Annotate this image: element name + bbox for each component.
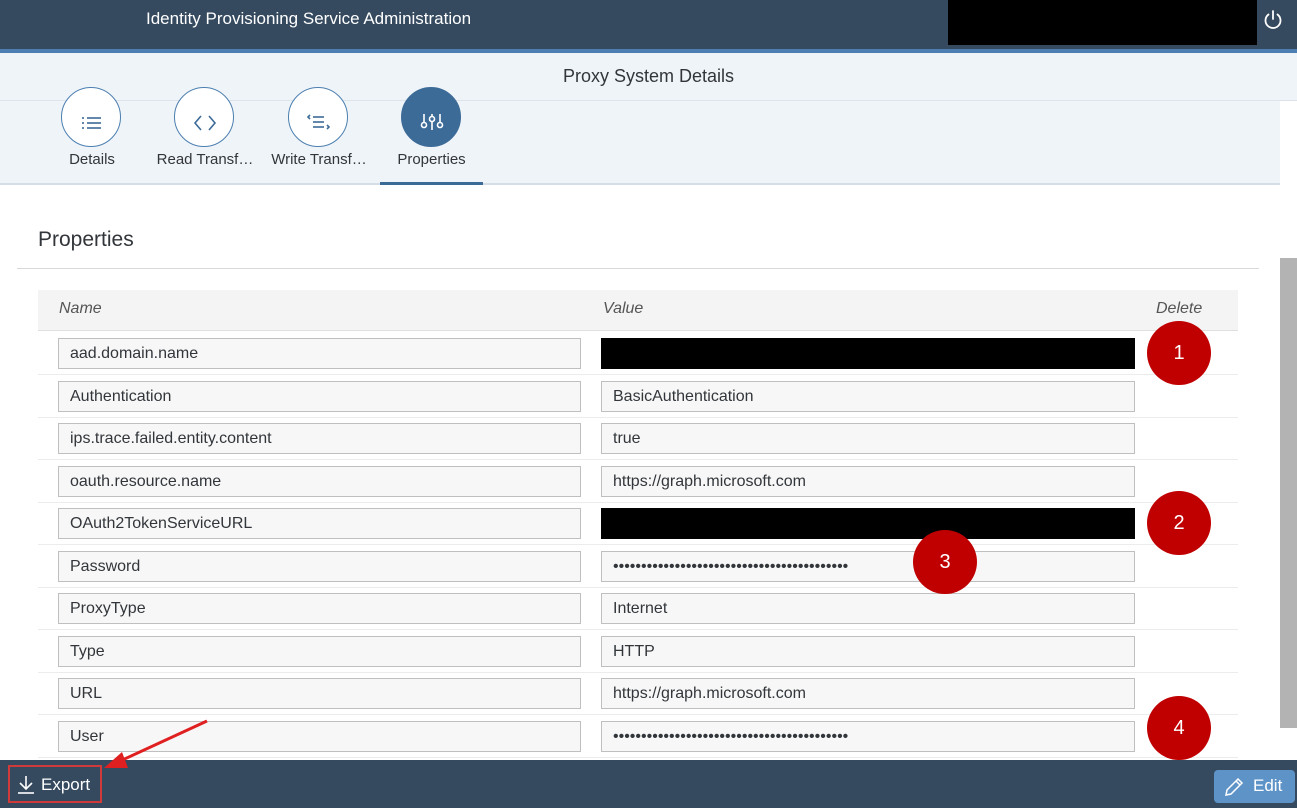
table-header: Name Value Delete: [38, 290, 1238, 331]
table-row: oauth.resource.name https://graph.micros…: [38, 460, 1238, 503]
tab-label: Read Transf…: [156, 151, 254, 168]
property-value-field[interactable]: https://graph.microsoft.com: [601, 466, 1135, 497]
active-tab-indicator: [380, 182, 483, 185]
tab-write-transformations[interactable]: Write Transf…: [264, 87, 374, 183]
pencil-icon: [1225, 777, 1244, 796]
export-label: Export: [41, 775, 91, 794]
footer-toolbar: Export Edit: [0, 760, 1297, 808]
shell-header: Identity Provisioning Service Administra…: [0, 0, 1297, 49]
property-value-field[interactable]: true: [601, 423, 1135, 454]
column-header-value: Value: [603, 300, 644, 317]
tab-label: Details: [69, 151, 115, 168]
password-value-field[interactable]: ••••••••••••••••••••••••••••••••••••••••…: [601, 551, 1135, 582]
property-name-field[interactable]: aad.domain.name: [58, 338, 581, 369]
vertical-scrollbar[interactable]: [1280, 258, 1297, 728]
table-row: User •••••••••••••••••••••••••••••••••••…: [38, 715, 1238, 758]
code-icon: [174, 87, 234, 147]
table-row: OAuth2TokenServiceURL: [38, 502, 1238, 545]
download-icon: [18, 776, 34, 794]
annotation-badge-1: 1: [1147, 321, 1211, 385]
edit-button[interactable]: Edit: [1214, 770, 1295, 803]
property-name-field[interactable]: ips.trace.failed.entity.content: [58, 423, 581, 454]
page-title: Proxy System Details: [562, 66, 735, 86]
column-header-delete: Delete: [1156, 300, 1203, 317]
table-row: aad.domain.name: [38, 332, 1238, 375]
property-value-field-redacted[interactable]: [601, 338, 1135, 369]
section-title: Properties: [38, 228, 134, 251]
write-transform-icon: [288, 87, 348, 147]
table-row: Type HTTP: [38, 630, 1238, 673]
redacted-user-area: [948, 0, 1257, 45]
tab-label: Properties: [397, 151, 466, 168]
table-row: Password •••••••••••••••••••••••••••••••…: [38, 545, 1238, 588]
property-name-field[interactable]: Type: [58, 636, 581, 667]
tab-properties[interactable]: Properties: [380, 87, 483, 185]
power-icon[interactable]: [1261, 8, 1285, 32]
table-row: ProxyType Internet: [38, 587, 1238, 630]
property-name-field[interactable]: User: [58, 721, 581, 752]
sliders-icon: [400, 87, 461, 147]
property-value-field[interactable]: https://graph.microsoft.com: [601, 678, 1135, 709]
property-value-field[interactable]: Internet: [601, 593, 1135, 624]
column-header-name: Name: [59, 300, 102, 317]
annotation-badge-3: 3: [913, 530, 977, 594]
property-name-field[interactable]: Password: [58, 551, 581, 582]
icon-tab-bar: Details Read Transf… Write Transf… Prope…: [0, 87, 1280, 185]
property-name-field[interactable]: OAuth2TokenServiceURL: [58, 508, 581, 539]
export-button[interactable]: Export: [8, 765, 102, 803]
section-divider: [17, 268, 1259, 269]
annotation-badge-2: 2: [1147, 491, 1211, 555]
property-value-field[interactable]: BasicAuthentication: [601, 381, 1135, 412]
property-value-field-redacted[interactable]: [601, 508, 1135, 539]
table-row: ips.trace.failed.entity.content true: [38, 417, 1238, 460]
property-name-field[interactable]: URL: [58, 678, 581, 709]
property-name-field[interactable]: oauth.resource.name: [58, 466, 581, 497]
tab-details[interactable]: Details: [42, 87, 142, 183]
list-icon: [61, 87, 121, 147]
tab-label: Write Transf…: [271, 151, 367, 168]
tab-read-transformations[interactable]: Read Transf…: [150, 87, 260, 183]
app-title: Identity Provisioning Service Administra…: [146, 9, 472, 28]
table-row: URL https://graph.microsoft.com: [38, 672, 1238, 715]
table-row: Authentication BasicAuthentication: [38, 375, 1238, 418]
property-value-field[interactable]: HTTP: [601, 636, 1135, 667]
property-name-field[interactable]: Authentication: [58, 381, 581, 412]
user-value-field[interactable]: ••••••••••••••••••••••••••••••••••••••••…: [601, 721, 1135, 752]
edit-label: Edit: [1253, 776, 1283, 795]
property-name-field[interactable]: ProxyType: [58, 593, 581, 624]
annotation-badge-4: 4: [1147, 696, 1211, 760]
